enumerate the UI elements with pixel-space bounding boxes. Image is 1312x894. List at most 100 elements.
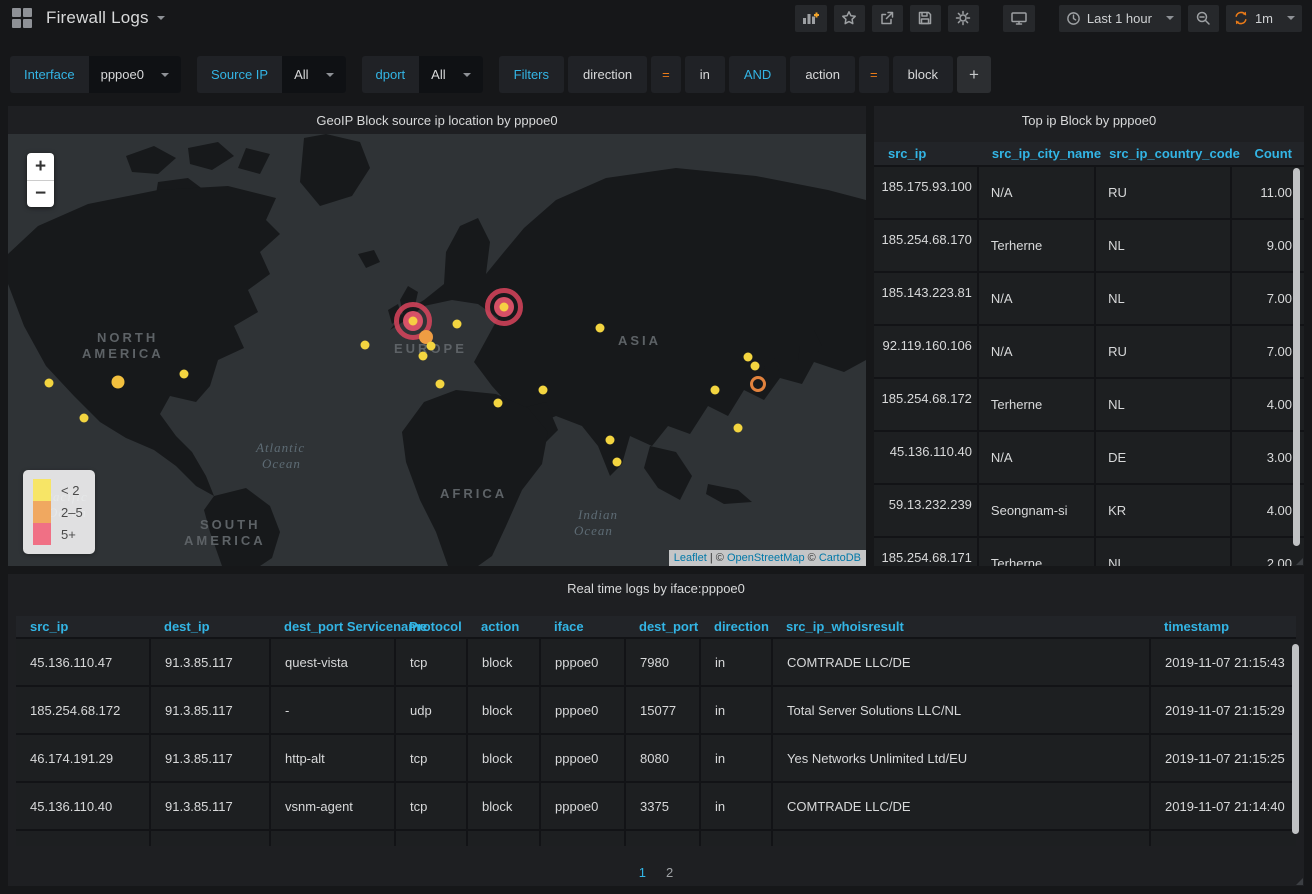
table-cell: RU: [1095, 166, 1231, 219]
table-cell: 45.136.110.40: [874, 431, 978, 484]
map-marker-dot[interactable]: [180, 370, 189, 379]
map-marker-ring[interactable]: [750, 376, 766, 392]
star-button[interactable]: [834, 5, 865, 32]
table-cell: block: [467, 686, 540, 734]
filter-segment-cond[interactable]: AND: [729, 56, 786, 93]
time-range-picker[interactable]: Last 1 hour: [1059, 5, 1181, 32]
variable-dport[interactable]: dport All: [362, 56, 483, 93]
variable-dport-value[interactable]: All: [419, 56, 482, 93]
title-caret-icon[interactable]: [157, 16, 165, 20]
time-range-label: Last 1 hour: [1087, 11, 1152, 26]
table-row: 92.119.160.106N/ARU7.00: [874, 325, 1304, 378]
filter-segment-value[interactable]: in: [685, 56, 725, 93]
map-marker-dot[interactable]: [539, 386, 548, 395]
settings-button[interactable]: [948, 5, 979, 32]
table-cell: 185.143.223.81: [874, 272, 978, 325]
filter-segment-value[interactable]: block: [893, 56, 953, 93]
pagination-page-2[interactable]: 2: [666, 865, 673, 880]
map-marker-dot[interactable]: [436, 380, 445, 389]
column-header-dest-ip[interactable]: dest_ip: [150, 616, 270, 638]
column-header-src-ip-city-name[interactable]: src_ip_city_name: [978, 142, 1095, 166]
map-canvas[interactable]: NORTHAMERICAEUROPEASIAAFRICASOUTHAMERICA…: [8, 134, 866, 566]
variable-source-ip-value[interactable]: All: [282, 56, 345, 93]
table-cell: NL: [1095, 219, 1231, 272]
refresh-picker[interactable]: 1m: [1226, 5, 1302, 32]
save-icon: [917, 10, 933, 26]
column-header-direction[interactable]: direction: [700, 616, 772, 638]
panel-geoip-map: GeoIP Block source ip location by pppoe0: [8, 106, 866, 566]
column-header-iface[interactable]: iface: [540, 616, 625, 638]
map-marker-bullseye[interactable]: [485, 288, 523, 326]
column-header-src-ip[interactable]: src_ip: [16, 616, 150, 638]
filter-segment-key[interactable]: action: [790, 56, 855, 93]
time-range-caret-icon: [1166, 16, 1174, 20]
submenu: Interface pppoe0 Source IP All dport All…: [0, 36, 1312, 103]
add-panel-button[interactable]: [795, 5, 827, 32]
map-zoom-in-button[interactable]: +: [27, 153, 54, 180]
attribution-link[interactable]: CartoDB: [819, 552, 861, 564]
top-table-scrollbar[interactable]: [1293, 168, 1300, 546]
map-marker-dot[interactable]: [494, 399, 503, 408]
clock-icon: [1066, 11, 1081, 26]
map-zoom-control: + −: [27, 153, 54, 207]
table-cell: 185.175.93.100: [874, 166, 978, 219]
attribution-link[interactable]: Leaflet: [674, 552, 707, 564]
map-marker-dot[interactable]: [751, 362, 760, 371]
pagination-page-1[interactable]: 1: [639, 865, 646, 880]
map-panel-title[interactable]: GeoIP Block source ip location by pppoe0: [8, 106, 866, 134]
map-marker-dot[interactable]: [734, 424, 743, 433]
map-marker-dot[interactable]: [613, 458, 622, 467]
refresh-icon: [1233, 10, 1249, 26]
filter-segment-op[interactable]: =: [859, 56, 889, 93]
map-marker-dot-md[interactable]: [112, 376, 125, 389]
legend-swatch: [33, 479, 51, 501]
attribution-link[interactable]: OpenStreetMap: [727, 552, 805, 564]
table-cell: 2019-11-07 21:15:43: [1150, 638, 1296, 686]
tv-mode-button[interactable]: [1003, 5, 1035, 32]
map-marker-dot[interactable]: [45, 379, 54, 388]
column-header-timestamp[interactable]: timestamp: [1150, 616, 1296, 638]
map-attribution: Leaflet | © OpenStreetMap © CartoDB: [669, 550, 866, 566]
table-cell: block: [467, 830, 540, 846]
map-marker-dot[interactable]: [453, 320, 462, 329]
filter-segment-key[interactable]: direction: [568, 56, 647, 93]
map-marker-dot[interactable]: [361, 341, 370, 350]
share-button[interactable]: [872, 5, 903, 32]
column-header-count[interactable]: Count: [1231, 142, 1304, 166]
filter-segment-op[interactable]: =: [651, 56, 681, 93]
variable-interface[interactable]: Interface pppoe0: [10, 56, 181, 93]
column-header-dest-port-servicename[interactable]: dest_port Servicename: [270, 616, 395, 638]
save-button[interactable]: [910, 5, 941, 32]
legend-item: 2–5: [33, 501, 83, 523]
map-marker-dot[interactable]: [80, 414, 89, 423]
legend-label: < 2: [61, 483, 79, 498]
column-header-src-ip-whoisresult[interactable]: src_ip_whoisresult: [772, 616, 1150, 638]
table-cell: N/A: [978, 325, 1095, 378]
variable-source-ip[interactable]: Source IP All: [197, 56, 346, 93]
panel-resize-handle[interactable]: [1296, 558, 1303, 565]
column-header-dest-port[interactable]: dest_port: [625, 616, 700, 638]
map-zoom-out-button[interactable]: −: [27, 180, 54, 207]
map-marker-dot[interactable]: [427, 342, 436, 351]
log-table-panel-title[interactable]: Real time logs by iface:pppoe0: [8, 574, 1304, 602]
top-table-panel-title[interactable]: Top ip Block by pppoe0: [874, 106, 1304, 134]
table-cell: in: [700, 782, 772, 830]
map-marker-dot[interactable]: [711, 386, 720, 395]
map-marker-dot[interactable]: [419, 352, 428, 361]
log-table-scrollbar[interactable]: [1292, 644, 1299, 834]
table-cell: DE: [1095, 431, 1231, 484]
filter-segment-add[interactable]: +: [957, 56, 991, 93]
column-header-action[interactable]: action: [467, 616, 540, 638]
map-marker-dot[interactable]: [744, 353, 753, 362]
table-cell: tcp: [395, 638, 467, 686]
table-row: 45.136.110.4091.3.85.117vsnm-agenttcpblo…: [16, 782, 1296, 830]
column-header-src-ip[interactable]: src_ip: [874, 142, 978, 166]
map-marker-dot[interactable]: [596, 324, 605, 333]
table-row: 185.254.68.170TerherneNL9.00: [874, 219, 1304, 272]
variable-interface-value[interactable]: pppoe0: [89, 56, 181, 93]
dashboard-title[interactable]: Firewall Logs: [46, 8, 149, 28]
zoom-out-button[interactable]: [1188, 5, 1219, 32]
column-header-src-ip-country-code[interactable]: src_ip_country_code: [1095, 142, 1231, 166]
map-marker-dot[interactable]: [606, 436, 615, 445]
dashboards-menu-icon[interactable]: [12, 8, 32, 28]
